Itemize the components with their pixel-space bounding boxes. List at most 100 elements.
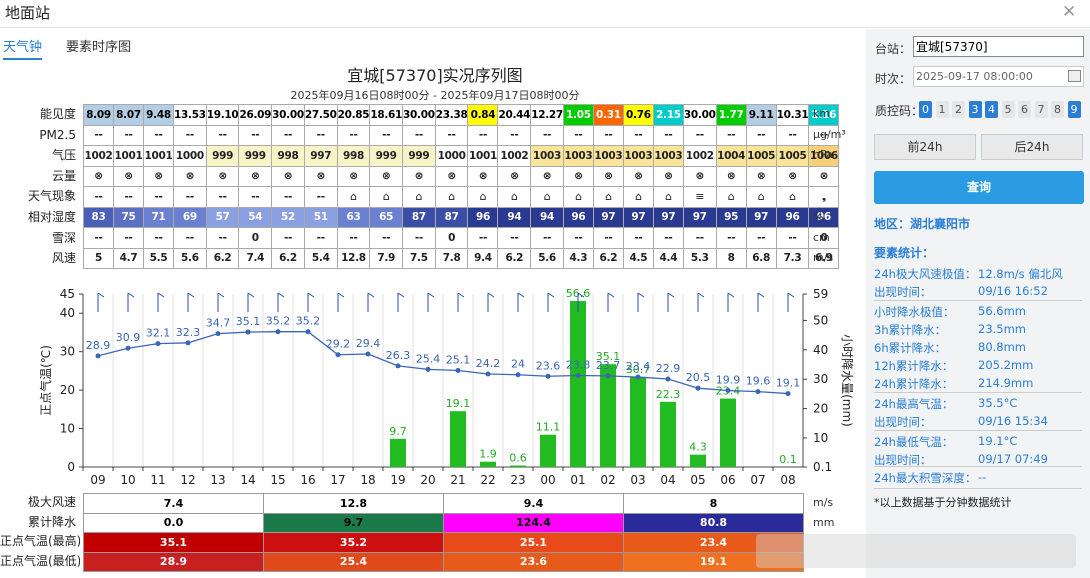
table-cell: -- (271, 124, 305, 146)
temperature-point (95, 353, 101, 359)
y-tick-label: 10 (60, 422, 75, 436)
table-cell: 5.6 (173, 247, 207, 269)
query-button[interactable]: 查询 (874, 171, 1084, 204)
calendar-icon[interactable] (1068, 70, 1081, 82)
table-row: ⊗ ⊗ ⊗ ⊗ ⊗ ⊗ ⊗ ⊗ ⊗ ⊗ ⊗ ⊗ ⊗ ⊗ ⊗ ⊗ ⊗ ⊗ ⊗ ⊗ ⊗ ⊗ ⊗ ⊗ (83, 165, 840, 187)
qc-code-1[interactable]: 1 (935, 101, 949, 118)
table-cell: 9.11 (745, 104, 777, 126)
row-label: 气压 (51, 148, 76, 163)
table-cell: -- (173, 186, 207, 208)
table-cell: -- (745, 227, 777, 249)
table-cell: -- (303, 124, 338, 146)
table-cell: ⌂ (715, 186, 747, 208)
table-cell: -- (622, 124, 654, 146)
qc-code-7[interactable]: 7 (1034, 101, 1048, 118)
table-cell: -- (271, 227, 305, 249)
stat-value: 09/16 15:34 (978, 414, 1048, 428)
wind-barb-flag (397, 292, 405, 298)
qc-code-4[interactable]: 4 (985, 101, 998, 118)
qc-code-8[interactable]: 8 (1051, 101, 1064, 118)
stat-divider (874, 488, 1082, 489)
table-cell: 998 (336, 145, 371, 167)
precip-bar (450, 411, 466, 467)
table-cell: -- (83, 124, 114, 146)
table-cell: ⌂ (336, 186, 371, 208)
hourly-element-table: 8.09 8.07 9.48 13.53 19.10 26.09 30.00 27.50 20.… (83, 104, 840, 269)
summary-row: 28.9 25.4 23.6 19.1 (83, 551, 804, 572)
close-icon[interactable]: ✕ (1062, 2, 1076, 22)
y-tick-label: 40 (60, 306, 75, 320)
temperature-data-label: 23.8 (566, 359, 591, 372)
table-cell: 999 (369, 145, 404, 167)
table-cell: -- (530, 227, 564, 249)
table-cell: 97 (682, 206, 717, 228)
table-cell: ⊗ (592, 165, 624, 187)
table-cell: 9.4 (467, 247, 499, 269)
row-label: 天气现象 (27, 189, 76, 204)
wind-barb-flag (127, 292, 135, 298)
precip-bar (510, 465, 526, 467)
summary-label: 正点气温(最高) (0, 534, 80, 548)
temperature-data-label: 34.7 (206, 317, 231, 330)
table-cell: 94 (530, 206, 564, 228)
table-cell: -- (205, 124, 240, 146)
stat-key: 24h累计降水： (874, 377, 954, 391)
table-cell: 1000 (434, 145, 469, 167)
time-input[interactable] (913, 66, 1084, 87)
tab-element-timeseries[interactable]: 要素时序图 (66, 36, 131, 55)
table-cell: ⊗ (530, 165, 564, 187)
tab-weather-clock[interactable]: 天气钟 (3, 36, 43, 60)
stat-row: 24h极大风速极值： 12.8m/s 偏北风 (874, 266, 1063, 282)
temperature-data-label: 24.2 (476, 357, 501, 370)
temperature-point (545, 373, 551, 379)
prev-24h-button[interactable]: 前24h (874, 134, 976, 160)
qc-code-2[interactable]: 2 (952, 101, 965, 118)
qc-code-5[interactable]: 5 (1001, 101, 1015, 118)
qc-code-6[interactable]: 6 (1018, 101, 1031, 118)
table-cell: -- (652, 124, 684, 146)
summary-row: 0.0 9.7 124.4 80.8 (83, 512, 804, 533)
x-tick-label: 05 (690, 473, 705, 487)
table-cell: 5.5 (143, 247, 174, 269)
table-cell: ⌂ (652, 186, 684, 208)
x-tick-label: 13 (210, 473, 225, 487)
table-cell: -- (622, 227, 654, 249)
precip-bar (690, 454, 706, 467)
summary-cell: 8 (623, 493, 804, 514)
table-cell: 8.07 (113, 104, 144, 126)
qc-code-9[interactable]: 9 (1067, 101, 1081, 118)
table-cell: ⌂ (775, 186, 810, 208)
table-cell: 87 (402, 206, 436, 228)
temperature-data-label: 23.7 (596, 359, 621, 372)
temperature-point (575, 373, 581, 379)
table-cell: ⊗ (745, 165, 777, 187)
table-cell: ⊗ (303, 165, 338, 187)
temperature-data-label: 29.2 (326, 338, 351, 351)
temperature-point (125, 345, 131, 351)
precip-data-label: 9.7 (389, 425, 407, 438)
table-cell: 7.9 (369, 247, 404, 269)
y-axis-title: 正点气温(℃) (38, 345, 53, 416)
table-cell: -- (143, 124, 174, 146)
station-input[interactable] (913, 36, 1084, 57)
table-cell: -- (369, 124, 404, 146)
wind-barb-flag (277, 292, 285, 298)
qc-code-0[interactable]: 0 (919, 101, 932, 118)
table-cell: ⊗ (682, 165, 717, 187)
wind-barb-flag (787, 292, 795, 298)
qc-code-3[interactable]: 3 (968, 101, 982, 118)
table-cell: 26.09 (238, 104, 273, 126)
temperature-data-label: 19.9 (716, 373, 741, 386)
stat-value: 214.9mm (978, 376, 1034, 390)
next-24h-button[interactable]: 后24h (981, 134, 1083, 160)
table-cell: -- (775, 124, 810, 146)
table-cell: 1003 (652, 145, 684, 167)
table-cell: -- (775, 227, 810, 249)
table-cell: -- (562, 227, 594, 249)
summary-labels: 极大风速 累计降水 正点气温(最高) 正点气温(最低) (0, 493, 80, 571)
summary-cell: 124.4 (443, 512, 624, 533)
table-cell: 1003 (530, 145, 564, 167)
stat-value: 12.8m/s 偏北风 (978, 267, 1063, 281)
table-cell: 69 (173, 206, 207, 228)
summary-cell: 7.4 (83, 493, 264, 514)
